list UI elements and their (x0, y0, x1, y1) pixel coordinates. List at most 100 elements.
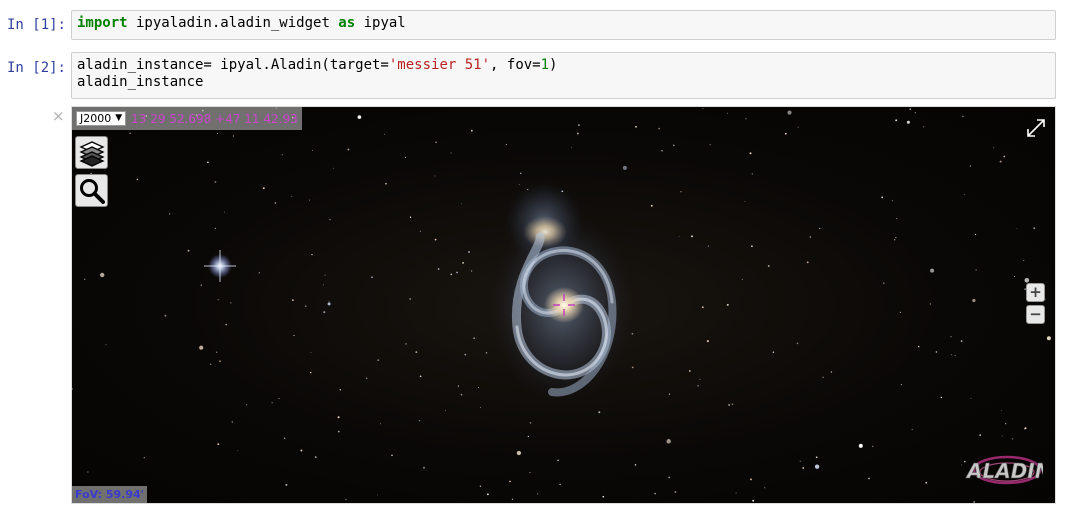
frame-select[interactable]: J2000 ▼ (76, 111, 127, 126)
star (169, 213, 171, 215)
star (571, 147, 573, 149)
star (470, 270, 473, 272)
zoom-out-button[interactable]: − (1026, 305, 1045, 324)
star (935, 351, 938, 353)
star (691, 235, 693, 238)
star (293, 334, 295, 336)
star (209, 363, 212, 366)
star (999, 160, 1002, 163)
star (964, 194, 966, 195)
star (577, 124, 580, 127)
star (707, 245, 709, 247)
star (310, 352, 312, 353)
frame-value: J2000 (80, 112, 112, 125)
star (728, 404, 730, 406)
star (529, 422, 532, 424)
star (727, 112, 729, 114)
star (741, 279, 743, 280)
star (666, 439, 671, 444)
code-token: ipyaladin.aladin_widget (127, 15, 339, 31)
star (650, 204, 653, 207)
star (960, 340, 963, 342)
star (415, 351, 418, 353)
star (868, 477, 870, 480)
star (324, 274, 326, 276)
star (950, 354, 953, 356)
cell-1-prompt: In [1]: (6, 17, 66, 33)
star (509, 480, 511, 483)
star (262, 187, 265, 190)
star (749, 152, 752, 155)
star (337, 430, 340, 433)
star (404, 156, 407, 159)
star (164, 314, 167, 317)
star (409, 298, 411, 300)
star (377, 359, 380, 361)
zoom-in-button[interactable]: + (1026, 283, 1045, 302)
star (311, 253, 313, 256)
star (925, 481, 928, 484)
star (291, 196, 293, 198)
star (383, 133, 385, 135)
star (224, 211, 226, 213)
star (505, 143, 507, 145)
sky-view[interactable] (72, 107, 1056, 504)
star (100, 272, 105, 278)
star (460, 393, 463, 396)
star (105, 344, 107, 346)
star (979, 434, 982, 437)
search-button[interactable] (75, 174, 108, 207)
star (281, 154, 283, 156)
star (806, 261, 809, 264)
star (311, 149, 314, 151)
star (751, 173, 753, 175)
star (419, 230, 421, 232)
star (347, 148, 350, 151)
star (214, 227, 217, 230)
star (309, 371, 312, 374)
star (217, 299, 219, 301)
cell-2-prompt: In [2]: (6, 60, 66, 76)
star (735, 492, 737, 494)
star (974, 233, 977, 236)
star (479, 406, 482, 409)
star (187, 249, 190, 252)
star (283, 437, 286, 439)
code-cell-1[interactable]: import ipyaladin.aladin_widget as ipyal (71, 10, 1056, 40)
star (881, 196, 884, 199)
star (1003, 155, 1006, 158)
chevron-down-icon: ▼ (115, 113, 123, 123)
star (72, 388, 74, 390)
star (697, 385, 699, 387)
star (895, 119, 898, 122)
fullscreen-button[interactable] (1025, 117, 1047, 139)
star (895, 237, 897, 239)
star (750, 478, 752, 481)
star (940, 396, 942, 399)
star (702, 108, 704, 110)
layers-button[interactable] (75, 136, 108, 169)
search-icon (79, 178, 105, 204)
star (809, 236, 812, 238)
star (731, 403, 734, 405)
star (906, 120, 910, 124)
star (814, 464, 820, 469)
star (1000, 410, 1002, 412)
star (468, 251, 470, 253)
aladin-logo: ALADIN (965, 455, 1043, 485)
star (917, 345, 920, 348)
star (922, 126, 925, 128)
code-line: aladin_instance (77, 74, 1050, 91)
close-output-icon[interactable]: × (52, 107, 65, 125)
star (751, 245, 753, 248)
star (456, 271, 458, 274)
aladin-viewer[interactable]: J2000 ▼ 13 29 52.698 +47 11 42.93 + − Fo… (71, 106, 1056, 504)
star (962, 115, 964, 118)
star (327, 302, 331, 306)
star (622, 165, 627, 170)
code-cell-2[interactable]: aladin_instance= ipyal.Aladin(target='me… (71, 52, 1056, 99)
star (245, 404, 248, 406)
star (87, 471, 89, 473)
code-token: import (77, 15, 128, 31)
star (1005, 422, 1007, 425)
